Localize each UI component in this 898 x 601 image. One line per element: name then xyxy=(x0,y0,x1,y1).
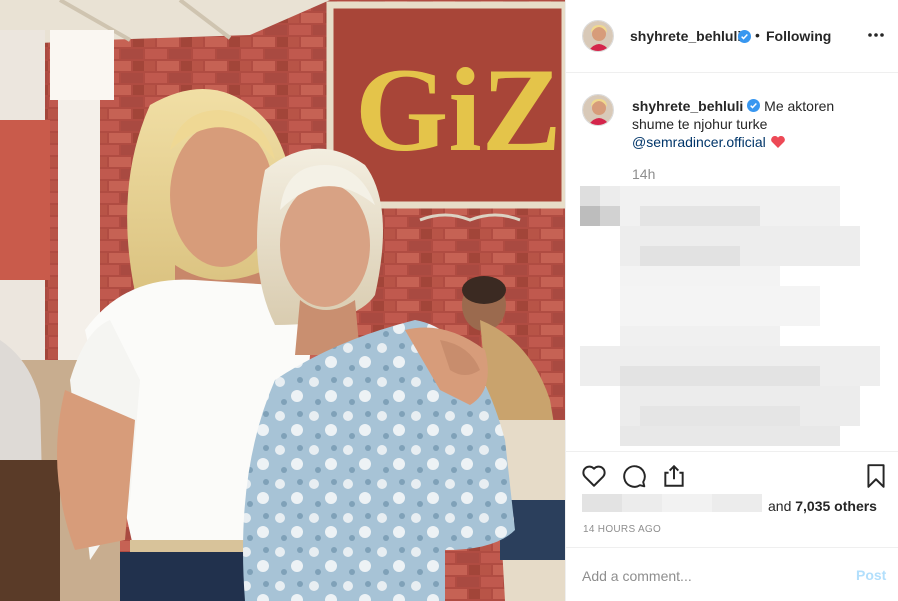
author-username[interactable]: shyhrete_behluli xyxy=(630,28,741,44)
caption: shyhrete_behluli Me aktoren shume te njo… xyxy=(632,97,872,151)
mention-link[interactable]: @semradincer.official xyxy=(632,134,766,150)
caption-time[interactable]: 14h xyxy=(632,166,655,182)
share-icon[interactable] xyxy=(661,463,687,489)
heart-outline-icon[interactable] xyxy=(581,463,607,489)
likes-connector: and xyxy=(768,498,792,514)
post-header: shyhrete_behluli • Following xyxy=(566,0,898,73)
caption-username[interactable]: shyhrete_behluli xyxy=(632,98,743,114)
post-actions: and 7,035 others 14 HOURS AGO Post xyxy=(566,451,898,601)
blurred-comments xyxy=(580,186,880,446)
likes-count[interactable]: and 7,035 others xyxy=(768,498,877,514)
comment-input[interactable] xyxy=(582,566,832,586)
more-dots-icon[interactable] xyxy=(866,25,886,45)
verified-badge-icon xyxy=(747,99,761,112)
bookmark-icon[interactable] xyxy=(863,463,889,489)
post-photo[interactable]: GiZZ xyxy=(0,0,565,601)
blurred-likers xyxy=(582,494,762,512)
speech-bubble-icon[interactable] xyxy=(621,463,647,489)
comment-box: Post xyxy=(566,547,898,601)
post-timestamp[interactable]: 14 HOURS AGO xyxy=(583,524,661,535)
caption-avatar[interactable] xyxy=(582,94,614,126)
sign-text: GiZZ xyxy=(355,43,565,176)
separator-dot: • xyxy=(755,27,760,43)
following-button[interactable]: Following xyxy=(766,28,831,44)
post-photo-image: GiZZ xyxy=(0,0,565,601)
red-heart-icon xyxy=(770,135,785,148)
likes-others[interactable]: 7,035 others xyxy=(795,498,877,514)
author-avatar[interactable] xyxy=(582,20,614,52)
post-sidebar: shyhrete_behluli • Following shyhrete_be… xyxy=(565,0,898,601)
post-comment-button[interactable]: Post xyxy=(856,567,886,583)
verified-badge-icon xyxy=(738,30,751,43)
